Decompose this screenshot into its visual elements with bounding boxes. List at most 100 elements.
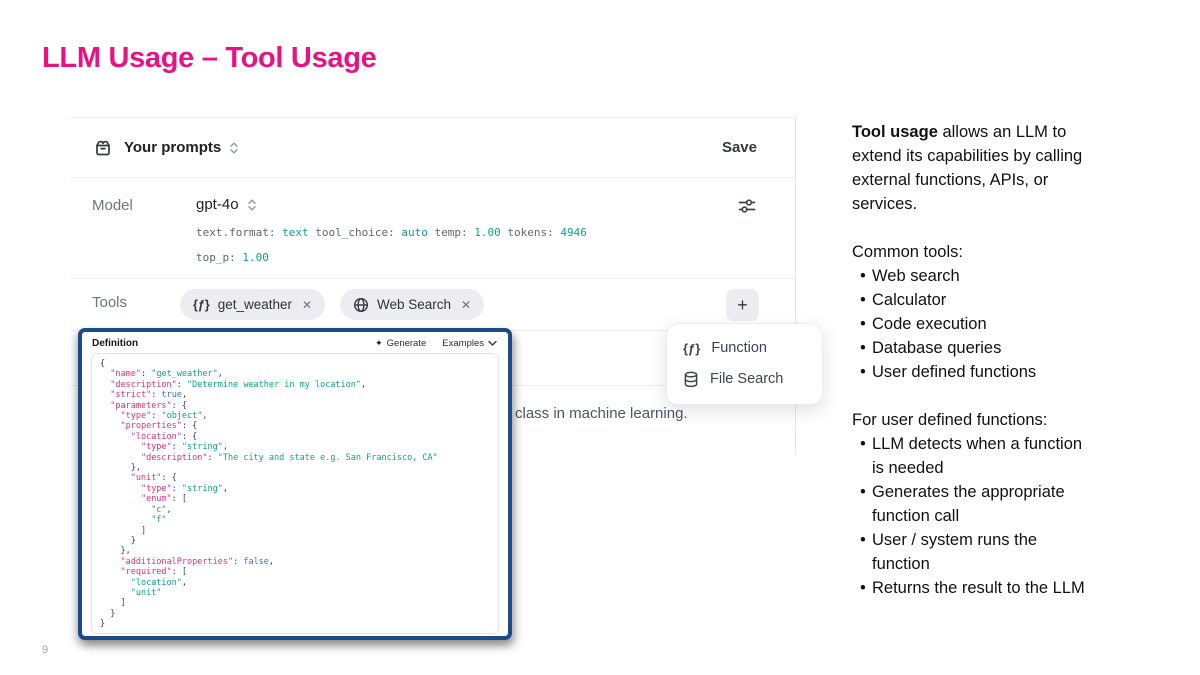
code-token bbox=[100, 390, 110, 400]
bullet-dot: • bbox=[852, 360, 872, 384]
code-line: { bbox=[100, 359, 490, 369]
code-token: "additionalProperties" bbox=[120, 557, 233, 567]
code-line: "type": "string", bbox=[100, 442, 490, 452]
code-token bbox=[100, 505, 151, 515]
sliders-settings-icon[interactable] bbox=[737, 196, 757, 216]
prompts-title[interactable]: Your prompts bbox=[124, 139, 221, 156]
examples-dropdown[interactable]: Examples bbox=[442, 338, 497, 349]
code-line: "type": "string", bbox=[100, 484, 490, 494]
code-token: : { bbox=[182, 421, 197, 431]
code-token bbox=[100, 578, 131, 588]
code-token: , bbox=[361, 380, 366, 390]
tool-chip-get-weather[interactable]: {ƒ} get_weather ✕ bbox=[180, 289, 325, 320]
chevron-updown-icon bbox=[246, 198, 258, 212]
intro-bold: Tool usage bbox=[852, 123, 938, 141]
code-token: "type" bbox=[141, 484, 172, 494]
code-line: } bbox=[100, 536, 490, 546]
code-line: "name": "get_weather", bbox=[100, 369, 490, 379]
code-token: : [ bbox=[172, 494, 187, 504]
code-token: "parameters" bbox=[110, 401, 171, 411]
code-token: "get_weather" bbox=[151, 369, 218, 379]
sidebar-text: Tool usage allows an LLM to extend its c… bbox=[852, 120, 1152, 600]
add-tool-button[interactable]: + bbox=[726, 289, 759, 321]
chevron-updown-icon[interactable] bbox=[228, 141, 240, 155]
code-token bbox=[100, 473, 131, 483]
code-line: }, bbox=[100, 546, 490, 556]
code-token: : bbox=[151, 390, 161, 400]
menu-item-label: Function bbox=[711, 340, 767, 356]
tool-chip-label: get_weather bbox=[218, 297, 292, 312]
code-line: "c", bbox=[100, 505, 490, 515]
code-token bbox=[100, 369, 110, 379]
bullet-dot: • bbox=[852, 264, 872, 288]
globe-icon bbox=[353, 297, 369, 313]
function-braces-icon: {ƒ} bbox=[193, 298, 210, 312]
slide: LLM Usage – Tool Usage Your prompts Save… bbox=[0, 0, 1200, 675]
code-line: "parameters": { bbox=[100, 401, 490, 411]
code-token: "c" bbox=[151, 505, 166, 515]
bullet-dot: • bbox=[852, 576, 872, 600]
code-line: }, bbox=[100, 463, 490, 473]
code-token: "location" bbox=[131, 578, 182, 588]
code-token: "description" bbox=[141, 453, 208, 463]
bullet-dot: • bbox=[852, 312, 872, 336]
model-name-text: gpt-4o bbox=[196, 196, 239, 213]
tool-chip-label: Web Search bbox=[377, 297, 451, 312]
param-value: 4946 bbox=[560, 226, 587, 239]
menu-item-file-search[interactable]: File Search bbox=[667, 366, 822, 393]
bullet-text: Database queries bbox=[872, 336, 1152, 360]
code-token: { bbox=[100, 359, 105, 369]
code-token bbox=[100, 515, 151, 525]
code-line: "location", bbox=[100, 578, 490, 588]
code-token: "type" bbox=[120, 411, 151, 421]
bullet-text: Calculator bbox=[872, 288, 1152, 312]
definition-code[interactable]: { "name": "get_weather", "description": … bbox=[91, 353, 499, 634]
menu-item-label: File Search bbox=[710, 371, 783, 387]
definition-header: Definition ✦ Generate Examples bbox=[82, 332, 508, 353]
tool-chip-web-search[interactable]: Web Search ✕ bbox=[340, 289, 484, 320]
code-line: "required": [ bbox=[100, 567, 490, 577]
code-line: "type": "object", bbox=[100, 411, 490, 421]
bullet-text: Generates the appropriate function call bbox=[872, 480, 1152, 528]
close-icon[interactable]: ✕ bbox=[461, 298, 471, 312]
code-token bbox=[100, 494, 141, 504]
bullet-text: Web search bbox=[872, 264, 1152, 288]
code-line: } bbox=[100, 619, 490, 629]
close-icon[interactable]: ✕ bbox=[302, 298, 312, 312]
definition-actions: ✦ Generate Examples bbox=[375, 338, 497, 349]
bullet-text: LLM detects when a function is needed bbox=[872, 432, 1152, 480]
code-token: , bbox=[182, 578, 187, 588]
code-token: "location" bbox=[131, 432, 182, 442]
code-token: , bbox=[202, 411, 207, 421]
bullet-item: •Code execution bbox=[852, 312, 1152, 336]
code-token bbox=[100, 411, 120, 421]
code-line: "unit" bbox=[100, 588, 490, 598]
bullet-item: •Returns the result to the LLM bbox=[852, 576, 1152, 600]
code-token: : bbox=[177, 380, 187, 390]
code-token: "properties" bbox=[120, 421, 181, 431]
code-token: } bbox=[100, 619, 105, 629]
generate-button[interactable]: ✦ Generate bbox=[375, 338, 426, 349]
bullet-dot: • bbox=[852, 480, 872, 528]
menu-item-function[interactable]: {ƒ} Function bbox=[667, 335, 822, 361]
bullet-item: •Calculator bbox=[852, 288, 1152, 312]
page-number: 9 bbox=[42, 644, 48, 656]
code-token: , bbox=[218, 369, 223, 379]
save-button[interactable]: Save bbox=[722, 139, 757, 156]
code-token: : bbox=[141, 369, 151, 379]
examples-label: Examples bbox=[442, 338, 484, 349]
code-token: "description" bbox=[110, 380, 177, 390]
code-token: , bbox=[269, 557, 274, 567]
model-select[interactable]: gpt-4o bbox=[196, 196, 258, 213]
bullet-text: User defined functions bbox=[872, 360, 1152, 384]
sparkle-icon: ✦ bbox=[375, 338, 383, 349]
code-token: "object" bbox=[161, 411, 202, 421]
param-value: 1.00 bbox=[474, 226, 501, 239]
code-line: "additionalProperties": false, bbox=[100, 557, 490, 567]
param-key: top_p: bbox=[196, 251, 236, 264]
code-line: "description": "The city and state e.g. … bbox=[100, 453, 490, 463]
prompts-box-icon bbox=[92, 137, 114, 159]
code-line: "properties": { bbox=[100, 421, 490, 431]
code-token bbox=[100, 380, 110, 390]
bullet-item: •User defined functions bbox=[852, 360, 1152, 384]
